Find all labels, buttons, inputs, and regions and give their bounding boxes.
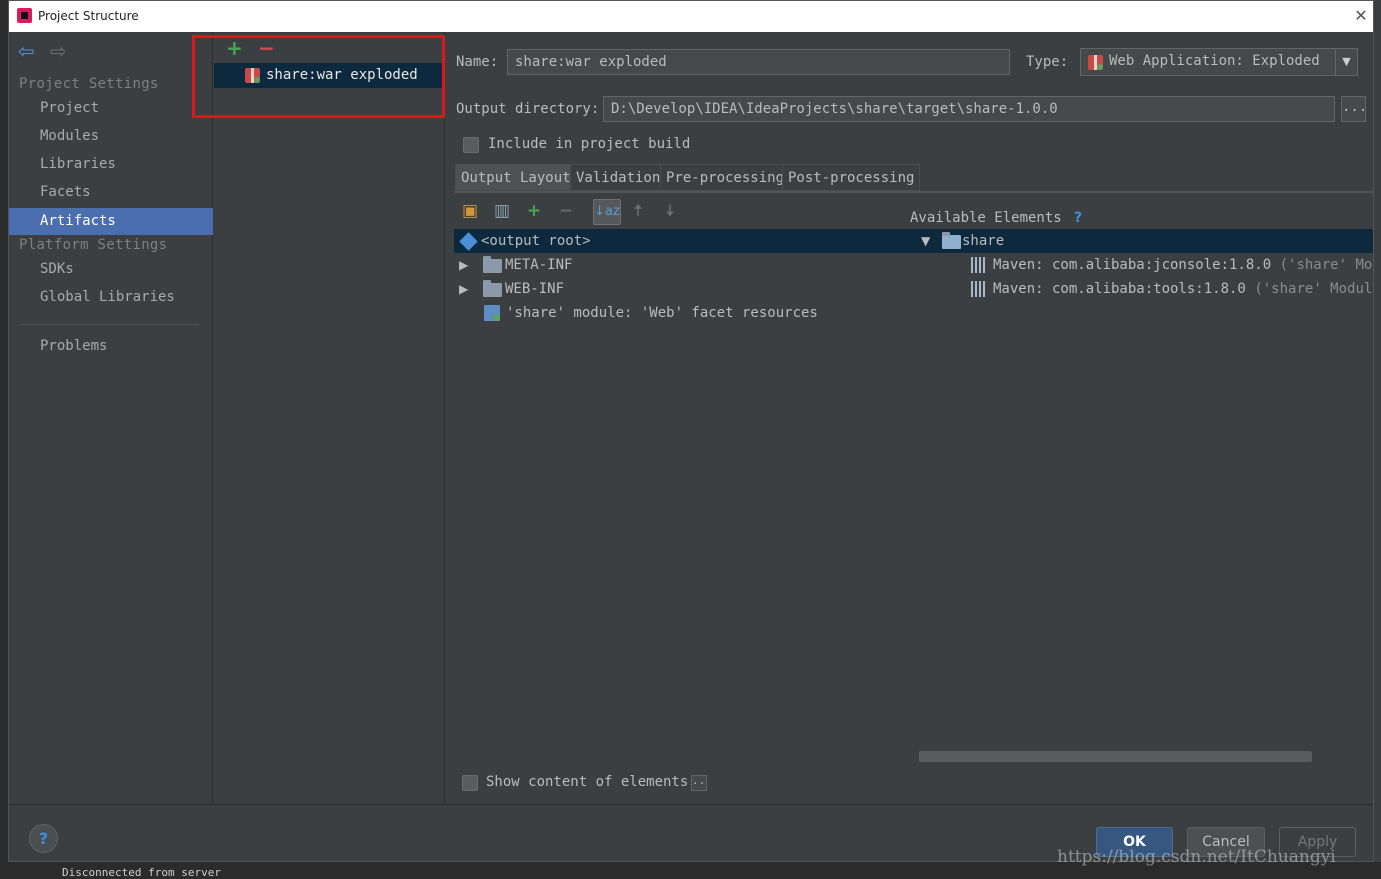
library-icon (971, 257, 987, 273)
sidebar-item-facets[interactable]: Facets (9, 179, 213, 206)
create-archive-icon[interactable]: ▥ (492, 201, 512, 221)
background-status-text: Disconnected from server (62, 866, 221, 879)
close-icon[interactable]: ✕ (1351, 6, 1371, 26)
watermark: https://blog.csdn.net/ItChuangyi (1057, 847, 1336, 867)
sidebar-item-artifacts[interactable]: Artifacts (9, 208, 213, 235)
available-row-jconsole[interactable]: Maven: com.alibaba:jconsole:1.8.0 ('shar… (916, 253, 1373, 277)
settings-sidebar: ⇦ ⇨ Project Settings Project Modules Lib… (9, 32, 213, 804)
tree-item-label: WEB-INF (505, 281, 565, 297)
available-row-tools[interactable]: Maven: com.alibaba:tools:1.8.0 ('share' … (916, 277, 1373, 301)
sidebar-item-global-libraries[interactable]: Global Libraries (9, 284, 213, 311)
available-item-suffix: ('share' Module Li (1254, 281, 1373, 297)
artifacts-list-panel: + − share:war exploded (214, 32, 445, 804)
available-elements-help-icon[interactable]: ? (1074, 210, 1082, 226)
available-elements-label: Available Elements (910, 210, 1062, 226)
show-content-label: Show content of elements (486, 774, 689, 790)
project-structure-dialog: Project Structure ✕ ⇦ ⇨ Project Settings… (8, 0, 1374, 867)
type-value: Web Application: Exploded (1109, 53, 1320, 69)
module-folder-icon (942, 232, 961, 249)
title-bar: Project Structure ✕ (9, 1, 1373, 32)
output-directory-label: Output directory: (456, 101, 600, 117)
tree-row-meta-inf[interactable]: ▶ META-INF (454, 253, 916, 277)
include-in-build-label: Include in project build (488, 136, 691, 152)
available-item-name: Maven: com.alibaba:tools:1.8.0 (993, 281, 1246, 297)
add-copy-of-icon[interactable]: + (524, 201, 544, 221)
name-label: Name: (456, 54, 499, 70)
sidebar-item-project[interactable]: Project (9, 95, 213, 122)
move-down-icon[interactable]: 🠇 (660, 201, 680, 221)
expand-arrow-icon[interactable]: ▶ (459, 253, 468, 277)
folder-icon (483, 256, 502, 273)
show-content-options-button[interactable]: ... (691, 775, 707, 791)
forward-arrow-icon[interactable]: ⇨ (50, 39, 67, 63)
type-dropdown[interactable]: Web Application: Exploded ▼ (1080, 48, 1358, 76)
annotation-highlight-box (192, 35, 445, 118)
sort-elements-icon[interactable]: ↓az (593, 199, 621, 225)
output-directory-field[interactable]: D:\Develop\IDEA\IdeaProjects\share\targe… (603, 96, 1335, 122)
type-label: Type: (1026, 54, 1069, 70)
tree-row-output-root[interactable]: <output root> (454, 229, 916, 253)
folder-icon (483, 280, 502, 297)
tab-validation[interactable]: Validation (570, 164, 667, 191)
sidebar-item-libraries[interactable]: Libraries (9, 151, 213, 178)
expand-arrow-icon[interactable]: ▶ (459, 277, 468, 301)
create-directory-icon[interactable]: ▣ (460, 201, 480, 221)
output-root-icon (459, 232, 478, 251)
footer-divider (9, 804, 1373, 805)
web-facet-module-icon (484, 305, 500, 321)
output-root-label: <output root> (481, 233, 591, 249)
tree-row-web-inf[interactable]: ▶ WEB-INF (454, 277, 916, 301)
include-in-build-checkbox[interactable] (463, 137, 479, 153)
window-title: Project Structure (38, 9, 139, 23)
remove-element-icon[interactable]: − (556, 201, 576, 221)
tab-pre-processing[interactable]: Pre-processing (660, 164, 791, 191)
tree-item-label: META-INF (505, 257, 573, 273)
sidebar-item-modules[interactable]: Modules (9, 123, 213, 150)
background-window-edge (0, 0, 8, 879)
sidebar-item-sdks[interactable]: SDKs (9, 256, 213, 283)
tree-row-web-facet-resources[interactable]: 'share' module: 'Web' facet resources (454, 301, 916, 325)
move-up-icon[interactable]: 🠅 (628, 201, 648, 221)
help-button[interactable]: ? (29, 824, 58, 853)
collapse-arrow-icon[interactable]: ▼ (921, 229, 930, 253)
back-arrow-icon[interactable]: ⇦ (18, 39, 35, 63)
platform-settings-header: Platform Settings (19, 237, 168, 253)
output-layout-tree: <output root> ▶ META-INF ▶ WEB-INF 'shar… (454, 228, 916, 776)
available-elements-tree: ▼ share Maven: com.alibaba:jconsole:1.8.… (916, 228, 1373, 776)
tab-output-layout[interactable]: Output Layout (455, 164, 577, 191)
available-row-share[interactable]: ▼ share (916, 229, 1373, 253)
available-item-suffix: ('share' Module (1279, 257, 1373, 273)
horizontal-scrollbar[interactable] (919, 751, 1312, 762)
project-settings-header: Project Settings (19, 76, 159, 92)
intellij-app-icon (17, 8, 32, 23)
show-content-checkbox[interactable] (462, 775, 478, 791)
tab-underline (454, 191, 1373, 193)
available-root-label: share (962, 233, 1005, 249)
chevron-down-icon[interactable]: ▼ (1335, 49, 1357, 75)
name-field[interactable]: share:war exploded (507, 49, 1010, 75)
sidebar-divider (21, 324, 199, 325)
browse-output-directory-button[interactable]: ... (1341, 96, 1366, 122)
tree-item-label: 'share' module: 'Web' facet resources (506, 305, 818, 321)
sidebar-item-problems[interactable]: Problems (9, 333, 213, 360)
tab-post-processing[interactable]: Post-processing (782, 164, 921, 191)
library-icon (971, 281, 987, 297)
artifact-details-panel: Name: share:war exploded Type: Web Appli… (446, 32, 1373, 804)
available-item-name: Maven: com.alibaba:jconsole:1.8.0 (993, 257, 1272, 273)
web-exploded-type-icon (1088, 55, 1103, 70)
